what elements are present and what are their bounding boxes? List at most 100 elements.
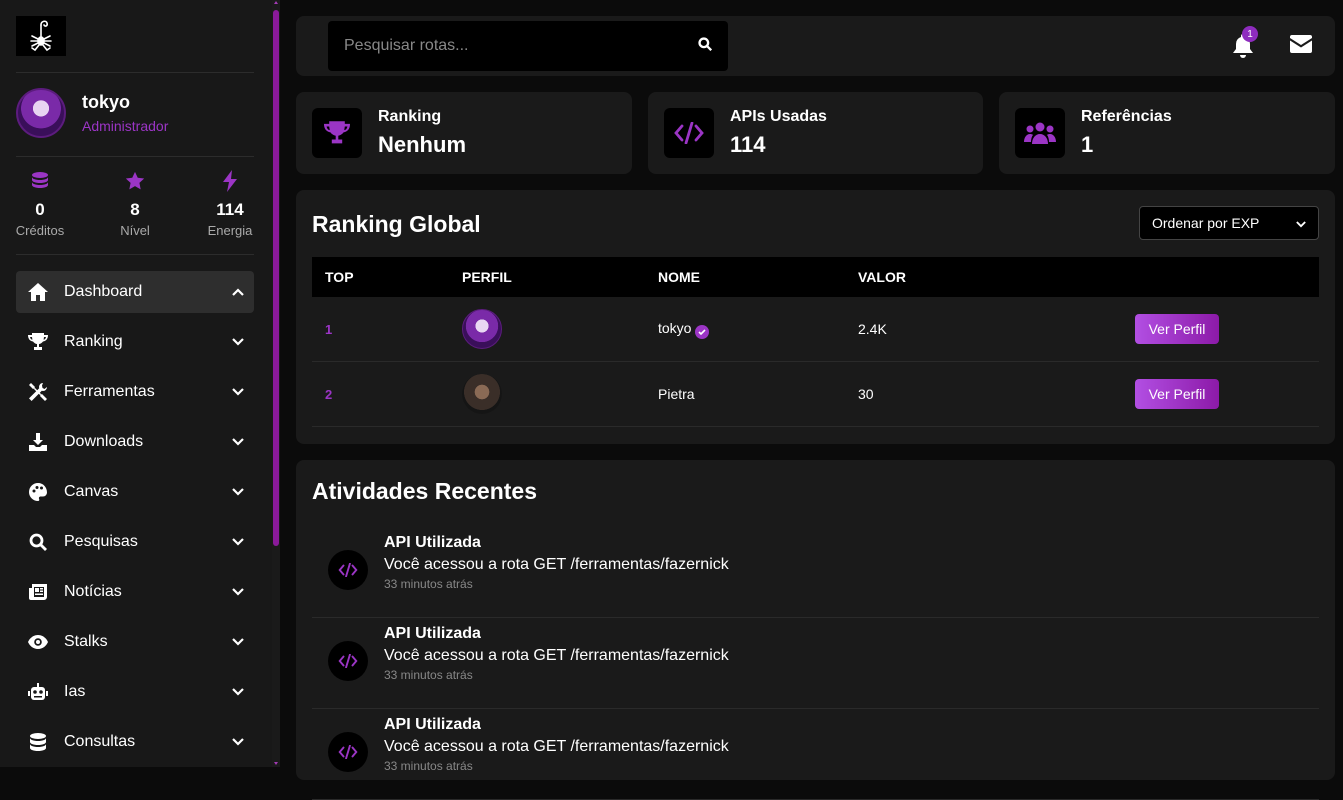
stat-level: 8 Nível bbox=[105, 170, 165, 238]
stat-value: 8 bbox=[130, 200, 140, 219]
activities-title: Atividades Recentes bbox=[312, 478, 537, 504]
chevron-down-icon bbox=[232, 636, 244, 648]
chevron-down-icon bbox=[232, 386, 244, 398]
card-value: 1 bbox=[1081, 132, 1094, 157]
trophy-icon bbox=[312, 108, 362, 158]
rank-position: 1 bbox=[325, 321, 333, 337]
chevron-down-icon bbox=[232, 686, 244, 698]
activity-title: API Utilizada bbox=[384, 716, 481, 733]
stat-label: Energia bbox=[207, 223, 253, 238]
chevron-down-icon bbox=[232, 586, 244, 598]
sidebar-item-label: Stalks bbox=[64, 633, 108, 650]
coins-icon bbox=[10, 170, 70, 192]
ranking-panel: Ranking Global Ordenar por EXP TOP PERFI… bbox=[296, 190, 1335, 444]
user-name: Pietra bbox=[658, 386, 695, 402]
stat-value: 0 bbox=[35, 200, 45, 219]
chevron-down-icon bbox=[232, 486, 244, 498]
view-profile-button[interactable]: Ver Perfil bbox=[1135, 314, 1219, 344]
tools-icon bbox=[28, 382, 48, 402]
chevron-up-icon bbox=[232, 286, 244, 298]
sidebar-item-label: Canvas bbox=[64, 483, 119, 500]
divider bbox=[16, 156, 254, 157]
stat-value: 114 bbox=[216, 200, 244, 219]
column-header: VALOR bbox=[858, 269, 906, 285]
sidebar-item-pesquisas[interactable]: Pesquisas bbox=[16, 521, 254, 563]
scrollbar-thumb[interactable] bbox=[273, 10, 279, 546]
card-apis-usadas: APIs Usadas 114 bbox=[648, 92, 983, 174]
activity-time: 33 minutos atrás bbox=[384, 759, 473, 773]
sidebar-item-label: Dashboard bbox=[64, 283, 143, 300]
sidebar-item-consultas[interactable]: Consultas bbox=[16, 721, 254, 763]
ranking-title: Ranking Global bbox=[312, 211, 481, 237]
sidebar-item-label: Consultas bbox=[64, 733, 136, 750]
sidebar-item-ferramentas[interactable]: Ferramentas bbox=[16, 371, 254, 413]
user-name: tokyo bbox=[658, 319, 692, 336]
chevron-down-icon bbox=[1296, 215, 1306, 231]
card-title: Referências bbox=[1081, 108, 1172, 125]
sidebar-item-dashboard[interactable]: Dashboard bbox=[16, 271, 254, 313]
rank-position: 2 bbox=[325, 386, 333, 402]
avatar[interactable] bbox=[16, 88, 66, 138]
sidebar-item-stalks[interactable]: Stalks bbox=[16, 621, 254, 663]
chevron-down-icon bbox=[232, 336, 244, 348]
database-icon bbox=[28, 732, 48, 752]
palette-icon bbox=[28, 482, 48, 502]
scroll-up-arrow-icon[interactable] bbox=[274, 1, 278, 4]
sidebar-item-noticias[interactable]: Notícias bbox=[16, 571, 254, 613]
activity-item: API Utilizada Você acessou a rota GET /f… bbox=[312, 709, 1319, 800]
card-title: Ranking bbox=[378, 108, 442, 125]
sidebar-item-label: Ranking bbox=[64, 333, 123, 350]
user-name: tokyo bbox=[82, 92, 131, 112]
card-value: 114 bbox=[730, 132, 766, 157]
rank-value: 30 bbox=[858, 386, 874, 402]
card-value: Nenhum bbox=[378, 132, 466, 157]
search-input[interactable] bbox=[344, 37, 698, 55]
column-header: NOME bbox=[658, 269, 700, 285]
stat-label: Créditos bbox=[15, 223, 65, 238]
ranking-table: TOP PERFIL NOME VALOR 1 tokyo 2.4K Ver P… bbox=[312, 257, 1319, 427]
search-icon[interactable] bbox=[698, 36, 713, 56]
search-box[interactable] bbox=[328, 21, 728, 71]
column-header: PERFIL bbox=[462, 269, 512, 285]
sidebar-item-downloads[interactable]: Downloads bbox=[16, 421, 254, 463]
verified-badge-icon bbox=[695, 324, 710, 339]
card-ranking: Ranking Nenhum bbox=[296, 92, 632, 174]
activities-panel: Atividades Recentes API Utilizada Você a… bbox=[296, 460, 1335, 800]
scroll-down-arrow-icon[interactable] bbox=[274, 762, 278, 765]
activity-title: API Utilizada bbox=[384, 625, 481, 642]
eye-icon bbox=[28, 632, 48, 652]
rank-value: 2.4K bbox=[858, 321, 887, 337]
sort-select-value: Ordenar por EXP bbox=[1152, 215, 1260, 231]
chevron-down-icon bbox=[232, 736, 244, 748]
sidebar-item-canvas[interactable]: Canvas bbox=[16, 471, 254, 513]
sidebar-item-label: Ias bbox=[64, 683, 86, 700]
star-icon bbox=[105, 170, 165, 192]
bolt-icon bbox=[200, 170, 260, 192]
avatar[interactable] bbox=[462, 309, 502, 349]
sidebar-scrollbar[interactable] bbox=[272, 0, 280, 767]
activity-item: API Utilizada Você acessou a rota GET /f… bbox=[312, 527, 1319, 618]
view-profile-button[interactable]: Ver Perfil bbox=[1135, 379, 1219, 409]
card-title: APIs Usadas bbox=[730, 108, 827, 125]
stat-credits: 0 Créditos bbox=[10, 170, 70, 238]
sort-select[interactable]: Ordenar por EXP bbox=[1139, 206, 1319, 240]
activity-description: Você acessou a rota GET /ferramentas/faz… bbox=[384, 647, 729, 664]
download-icon bbox=[28, 432, 48, 452]
activity-time: 33 minutos atrás bbox=[384, 668, 473, 682]
user-profile[interactable]: tokyo Administrador bbox=[16, 88, 168, 138]
code-icon bbox=[328, 641, 368, 681]
sidebar-item-ranking[interactable]: Ranking bbox=[16, 321, 254, 363]
robot-icon bbox=[28, 682, 48, 702]
envelope-icon[interactable] bbox=[1290, 35, 1312, 57]
activity-time: 33 minutos atrás bbox=[384, 577, 473, 591]
chevron-down-icon bbox=[232, 436, 244, 448]
card-referencias: Referências 1 bbox=[999, 92, 1335, 174]
scorpion-logo-icon[interactable] bbox=[16, 16, 66, 56]
sidebar-item-ias[interactable]: Ias bbox=[16, 671, 254, 713]
activity-description: Você acessou a rota GET /ferramentas/faz… bbox=[384, 738, 729, 755]
chevron-down-icon bbox=[232, 536, 244, 548]
notification-badge: 1 bbox=[1242, 26, 1258, 42]
sidebar-item-label: Ferramentas bbox=[64, 383, 155, 400]
activity-description: Você acessou a rota GET /ferramentas/faz… bbox=[384, 556, 729, 573]
avatar[interactable] bbox=[462, 374, 502, 414]
